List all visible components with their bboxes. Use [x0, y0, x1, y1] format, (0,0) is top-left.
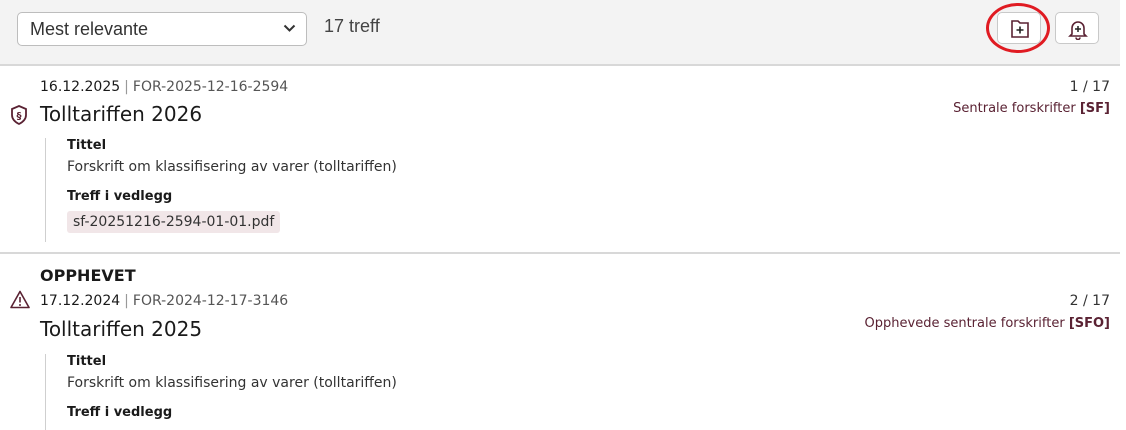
result-source: Sentrale forskrifter [SF] — [953, 101, 1110, 116]
result-id: FOR-2025-12-16-2594 — [132, 79, 289, 95]
field-label: Tittel — [67, 354, 107, 369]
create-alert-button[interactable] — [1055, 12, 1099, 44]
attachment-file-link[interactable]: sf-20251216-2594-01-01.pdf — [67, 211, 281, 233]
status-badge: OPPHEVET — [40, 266, 136, 285]
attachment-label: Treff i vedlegg — [67, 405, 173, 420]
result-title[interactable]: Tolltariffen 2025 — [40, 317, 202, 341]
svg-text:§: § — [17, 111, 22, 122]
attachment-label: Treff i vedlegg — [67, 189, 173, 204]
result-title[interactable]: Tolltariffen 2026 — [40, 102, 202, 126]
source-name: Sentrale forskrifter — [953, 101, 1076, 116]
folder-plus-icon — [1011, 20, 1029, 38]
field-value: Forskrift om klassifisering av varer (to… — [67, 159, 397, 175]
field-value: Forskrift om klassifisering av varer (to… — [67, 375, 397, 391]
source-code: [SF] — [1079, 101, 1110, 116]
results-toolbar: Mest relevante 17 treff — [0, 0, 1120, 66]
paragraph-shield-icon: § — [11, 105, 27, 125]
result-source: Opphevede sentrale forskrifter [SFO] — [865, 316, 1110, 331]
result-date: 16.12.2025 — [40, 79, 121, 95]
bell-plus-icon — [1068, 21, 1088, 40]
hit-count: 17 treff — [324, 16, 380, 36]
result-id: FOR-2024-12-17-3146 — [132, 293, 289, 309]
sort-select[interactable]: Mest relevante — [17, 12, 307, 46]
hit-details: Tittel Forskrift om klassifisering av va… — [45, 138, 567, 242]
result-position: 1 / 17 — [1069, 79, 1110, 95]
result-item[interactable]: OPPHEVET 17.12.2024 | FOR-2024-12-17-3146 … — [0, 254, 1120, 430]
result-date: 17.12.2024 — [40, 293, 121, 309]
sort-select-value: Mest relevante — [30, 19, 149, 39]
result-position: 2 / 17 — [1069, 293, 1110, 309]
warning-triangle-icon — [10, 290, 30, 309]
chevron-down-icon — [283, 24, 296, 32]
result-meta: 17.12.2024 | FOR-2024-12-17-3146 — [40, 293, 289, 309]
result-item[interactable]: 16.12.2025 | FOR-2025-12-16-2594 § Tolltar… — [0, 66, 1120, 254]
save-search-button[interactable] — [997, 12, 1041, 44]
field-label: Tittel — [67, 138, 107, 153]
result-meta: 16.12.2025 | FOR-2025-12-16-2594 — [40, 79, 289, 95]
hit-details: Tittel Forskrift om klassifisering av va… — [45, 354, 567, 430]
source-code: [SFO] — [1068, 316, 1110, 331]
source-name: Opphevede sentrale forskrifter — [864, 316, 1065, 331]
